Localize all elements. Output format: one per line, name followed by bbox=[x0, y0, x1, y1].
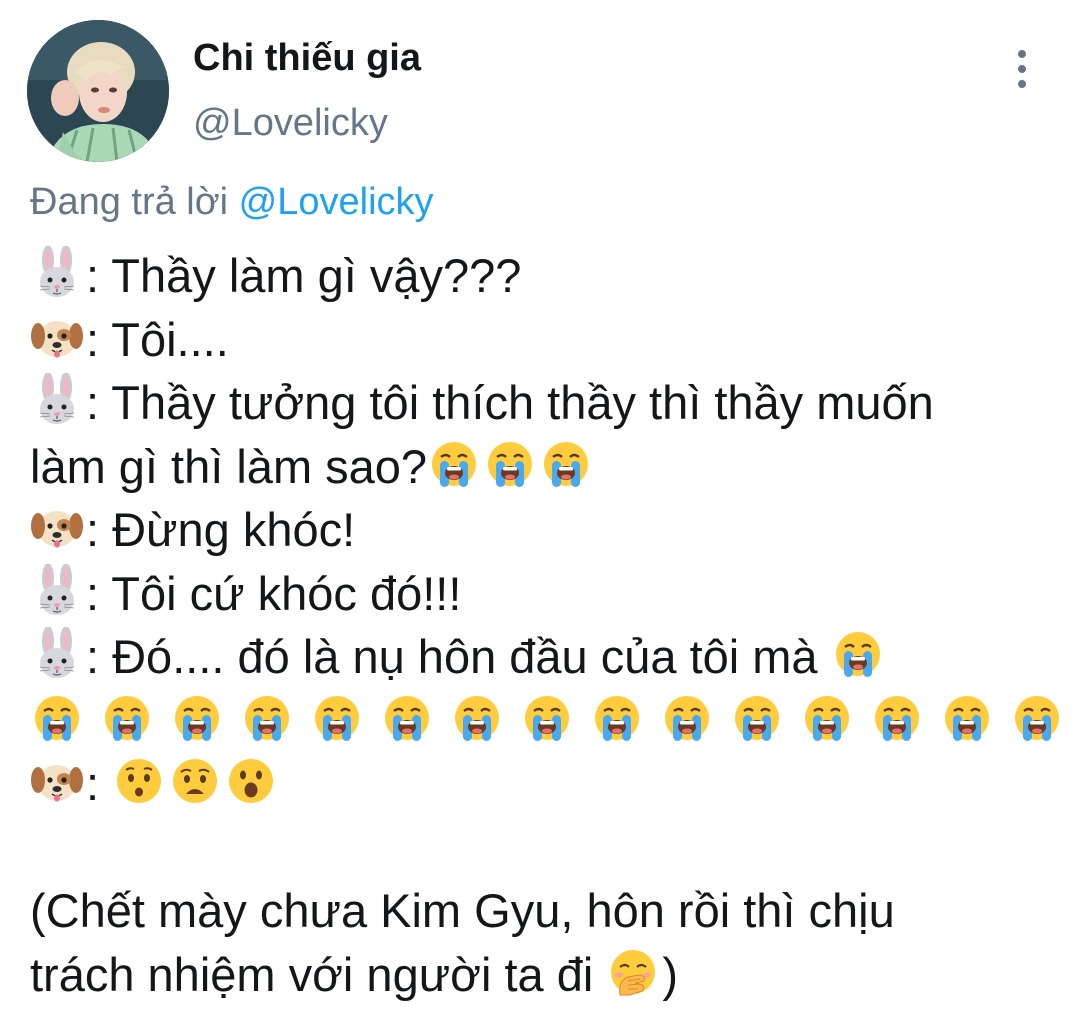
menu-dot bbox=[1018, 50, 1026, 58]
user-handle[interactable]: @Lovelicky bbox=[193, 100, 388, 146]
more-vertical-icon[interactable] bbox=[1000, 44, 1044, 94]
loudly-crying-face-icon bbox=[800, 691, 854, 745]
tweet-text: : Thầy làm gì vậy??? : Tôi.... : Thầy tư… bbox=[30, 244, 1070, 1006]
tweet-line-text: : Thầy làm gì vậy??? bbox=[86, 249, 522, 302]
loudly-crying-face-icon bbox=[240, 691, 294, 745]
face-with-hand-over-mouth-icon bbox=[606, 945, 660, 999]
loudly-crying-face-icon bbox=[730, 691, 784, 745]
display-name[interactable]: Chi thiếu gia bbox=[193, 35, 421, 81]
loudly-crying-face-icon bbox=[30, 691, 84, 745]
tweet-line bbox=[30, 689, 1070, 753]
tweet-line-text: : Tôi cứ khóc đó!!! bbox=[86, 566, 462, 620]
tweet-line: làm gì thì làm sao? bbox=[30, 435, 1070, 499]
tweet-line-text: : Tôi.... bbox=[86, 312, 229, 366]
tweet-line: : Đó.... đó là nụ hôn đầu của tôi mà bbox=[30, 625, 1070, 689]
tweet-line-suffix: ) bbox=[662, 947, 679, 1001]
tweet-line: : bbox=[30, 752, 1070, 816]
rabbit-face-icon bbox=[30, 246, 84, 300]
tweet-line: : Tôi.... bbox=[30, 308, 1070, 372]
reply-mention-link[interactable]: @Lovelicky bbox=[239, 181, 434, 223]
open-mouth-face-icon bbox=[224, 754, 278, 808]
loudly-crying-face-icon bbox=[539, 437, 593, 491]
anguished-face-icon bbox=[168, 754, 222, 808]
reply-context: Đang trả lời @Lovelicky bbox=[30, 178, 434, 226]
tweet-line-text: : Đó.... đó là nụ hôn đầu của tôi mà bbox=[86, 630, 831, 683]
tweet-line-text: trách nhiệm với người ta đi bbox=[30, 947, 607, 1001]
tweet-line-text: làm gì thì làm sao? bbox=[30, 439, 428, 493]
loudly-crying-face-icon bbox=[1010, 691, 1064, 745]
loudly-crying-face-icon bbox=[450, 691, 504, 745]
avatar[interactable] bbox=[27, 20, 169, 162]
loudly-crying-face-icon bbox=[870, 691, 924, 745]
menu-dot bbox=[1018, 80, 1026, 88]
rabbit-face-icon bbox=[30, 373, 84, 427]
tweet-line: : Tôi cứ khóc đó!!! bbox=[30, 562, 1070, 626]
loudly-crying-face-icon bbox=[520, 691, 574, 745]
loudly-crying-face-icon bbox=[940, 691, 994, 745]
loudly-crying-face-icon bbox=[831, 627, 885, 681]
rabbit-face-icon bbox=[30, 627, 84, 681]
loudly-crying-face-icon bbox=[170, 691, 224, 745]
tweet-line bbox=[30, 816, 1070, 880]
loudly-crying-face-icon bbox=[100, 691, 154, 745]
loudly-crying-face-icon bbox=[590, 691, 644, 745]
menu-dot bbox=[1018, 65, 1026, 73]
hushed-face-icon bbox=[112, 754, 166, 808]
loudly-crying-face-icon bbox=[483, 437, 537, 491]
loudly-crying-face-icon bbox=[660, 691, 714, 745]
tweet-line: trách nhiệm với người ta đi ) bbox=[30, 943, 1070, 1007]
dog-face-icon bbox=[30, 754, 84, 808]
dog-face-icon bbox=[30, 310, 84, 364]
tweet-card: Chi thiếu gia @Lovelicky Đang trả lời @L… bbox=[0, 0, 1080, 1031]
tweet-line-text: : bbox=[86, 757, 113, 810]
tweet-line: : Thầy tưởng tôi thích thầy thì thầy muố… bbox=[30, 371, 1070, 435]
tweet-line-text: : Đừng khóc! bbox=[86, 503, 356, 556]
loudly-crying-face-icon bbox=[310, 691, 364, 745]
rabbit-face-icon bbox=[30, 563, 84, 618]
tweet-line-text: (Chết mày chưa Kim Gyu, hôn rồi thì chịu bbox=[30, 884, 895, 937]
tweet-line: : Đừng khóc! bbox=[30, 498, 1070, 562]
loudly-crying-face-icon bbox=[427, 437, 481, 491]
dog-face-icon bbox=[30, 500, 84, 554]
tweet-line: : Thầy làm gì vậy??? bbox=[30, 244, 1070, 308]
reply-prefix: Đang trả lời bbox=[30, 181, 229, 223]
tweet-line-text: : Thầy tưởng tôi thích thầy thì thầy muố… bbox=[86, 376, 934, 429]
tweet-line: (Chết mày chưa Kim Gyu, hôn rồi thì chịu bbox=[30, 879, 1070, 943]
loudly-crying-face-icon bbox=[380, 691, 434, 745]
